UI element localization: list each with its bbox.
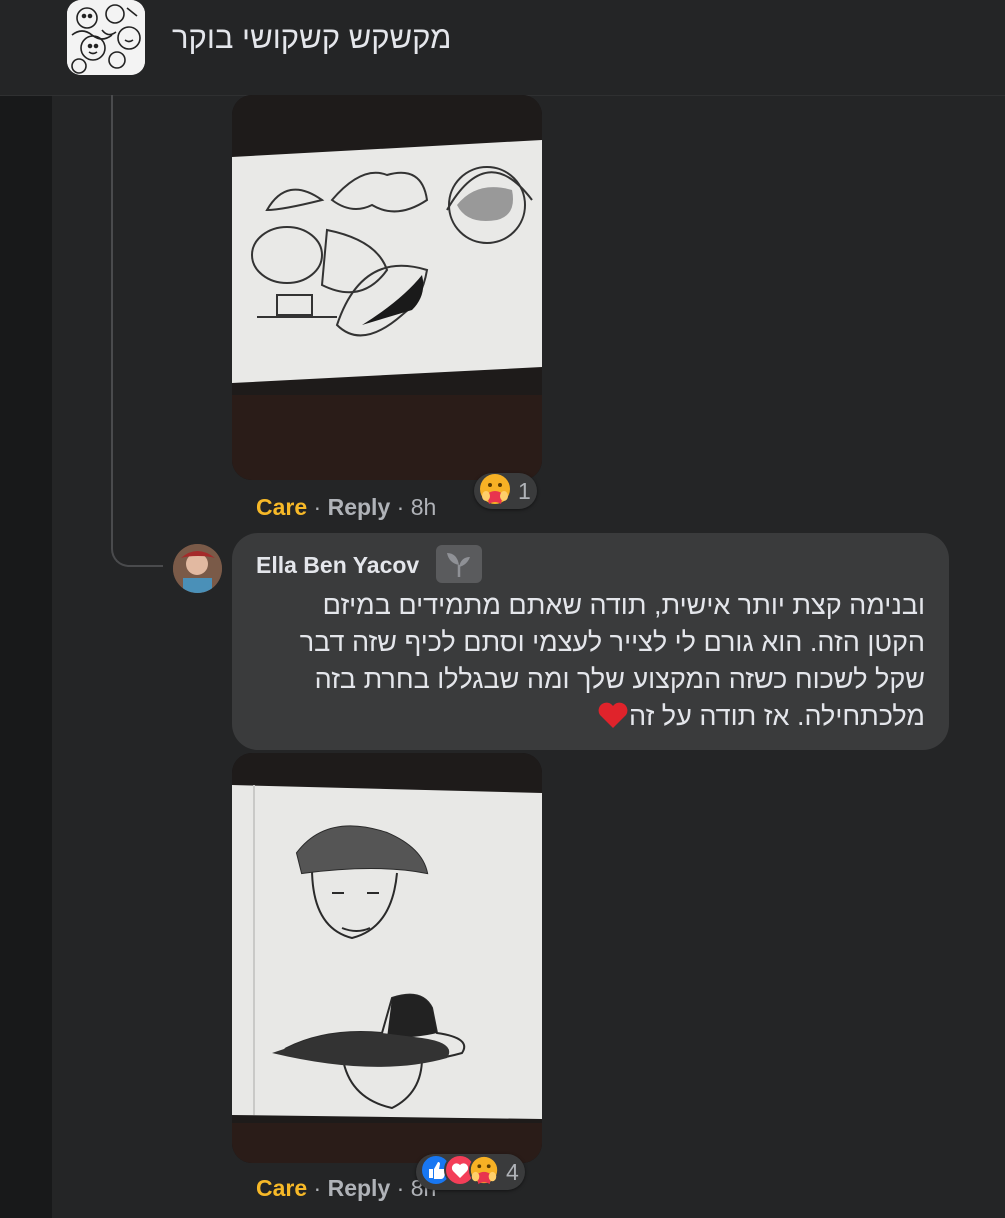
- comment-bubble: Ella Ben Yacov ובנימה קצת יותר אישית, תו…: [232, 533, 949, 750]
- care-reaction-icon: [478, 472, 512, 511]
- comment-timestamp[interactable]: 8h: [411, 494, 437, 520]
- left-panel: [0, 95, 52, 1218]
- separator: ·: [313, 1175, 322, 1201]
- avatar[interactable]: [173, 544, 222, 593]
- separator: ·: [396, 494, 405, 520]
- care-reaction-button[interactable]: Care: [256, 1175, 307, 1201]
- care-reaction-icon: [468, 1154, 500, 1191]
- heart-icon: [597, 701, 629, 731]
- group-name[interactable]: מקשקש קשקושי בוקר: [172, 20, 451, 56]
- comment-photo-faces[interactable]: [232, 753, 542, 1163]
- reaction-count: 1: [518, 477, 531, 504]
- comment-actions: Care · Reply · 8h: [256, 494, 436, 521]
- comment-text: ובנימה קצת יותר אישית, תודה שאתם מתמידים…: [299, 590, 925, 731]
- thread-connector-line: [111, 95, 163, 567]
- separator: ·: [313, 494, 322, 520]
- group-avatar[interactable]: [67, 0, 145, 75]
- comment-photo-hats[interactable]: [232, 95, 542, 480]
- reaction-summary[interactable]: 1: [474, 473, 537, 509]
- group-header: מקשקש קשקושי בוקר: [0, 0, 1005, 96]
- reaction-summary[interactable]: 4: [416, 1153, 525, 1191]
- care-reaction-button[interactable]: Care: [256, 494, 307, 520]
- comment-actions: Care · Reply · 8h: [256, 1175, 436, 1202]
- reaction-count: 4: [506, 1158, 519, 1185]
- seedling-badge-icon[interactable]: [436, 545, 482, 583]
- reply-button[interactable]: Reply: [328, 1175, 391, 1201]
- reply-button[interactable]: Reply: [328, 494, 391, 520]
- comment-author[interactable]: Ella Ben Yacov: [256, 552, 419, 579]
- separator: ·: [396, 1175, 405, 1201]
